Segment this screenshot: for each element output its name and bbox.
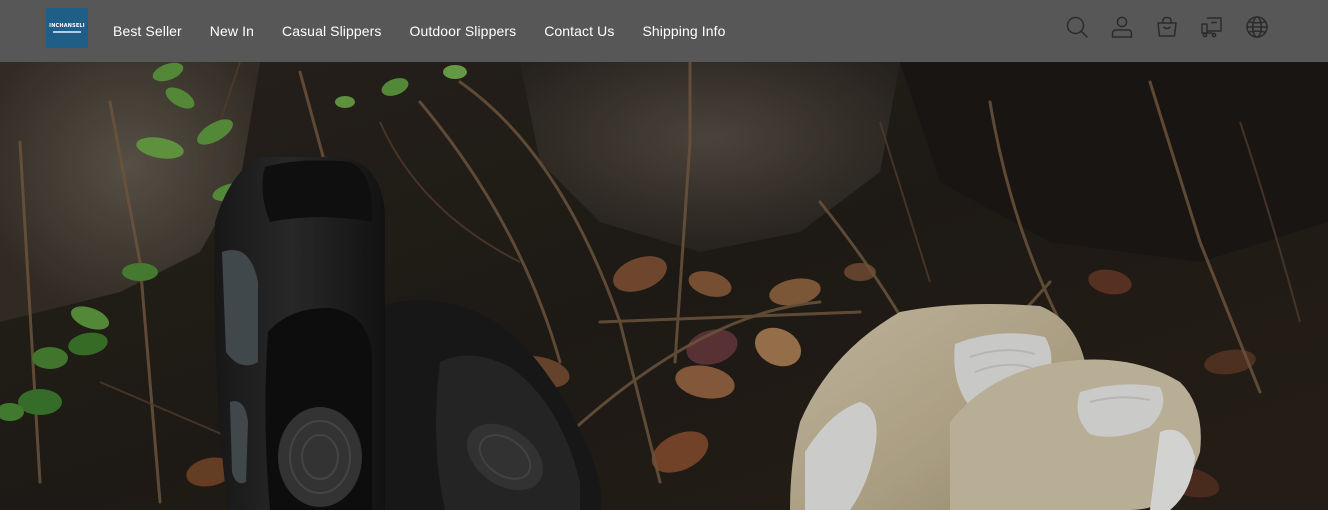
nav-item-casual-slippers[interactable]: Casual Slippers xyxy=(282,23,382,39)
order-tracking-button[interactable] xyxy=(1199,14,1225,40)
nav-item-best-seller[interactable]: Best Seller xyxy=(113,23,182,39)
language-button[interactable] xyxy=(1244,14,1270,40)
nav-item-new-in[interactable]: New In xyxy=(210,23,254,39)
hero-banner[interactable] xyxy=(0,62,1328,510)
brand-logo-text: INCHANSELI xyxy=(49,23,85,29)
nav-item-contact-us[interactable]: Contact Us xyxy=(544,23,614,39)
brand-logo-underline xyxy=(53,31,81,33)
account-button[interactable] xyxy=(1109,14,1135,40)
shipping-truck-icon xyxy=(1201,17,1222,38)
search-icon xyxy=(1066,16,1088,38)
hero-image xyxy=(0,62,1328,510)
cart-button[interactable] xyxy=(1154,14,1180,40)
shopping-bag-icon xyxy=(1157,16,1177,37)
brand-logo[interactable]: INCHANSELI xyxy=(46,8,88,48)
header-actions xyxy=(1045,12,1270,42)
nav-item-shipping-info[interactable]: Shipping Info xyxy=(642,23,725,39)
site-header: INCHANSELI Best Seller New In Casual Sli… xyxy=(0,0,1328,62)
search-button[interactable] xyxy=(1064,14,1090,40)
globe-language-icon xyxy=(1246,16,1268,38)
user-icon xyxy=(1111,16,1133,38)
nav-item-outdoor-slippers[interactable]: Outdoor Slippers xyxy=(410,23,517,39)
main-nav: Best Seller New In Casual Slippers Outdo… xyxy=(113,0,753,62)
